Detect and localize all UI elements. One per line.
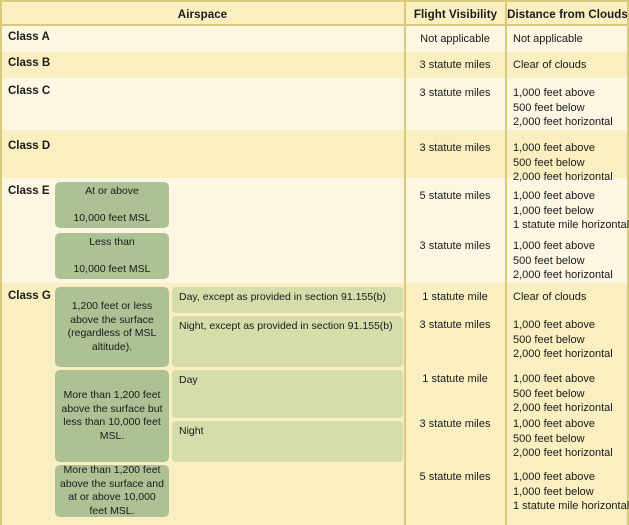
class-g-condition-day-2: Day (172, 370, 403, 418)
visibility-class-g-5: 5 statute miles (419, 471, 491, 483)
class-e-altitude-box-1: At or above 10,000 feet MSL (55, 182, 169, 228)
column-header-airspace: Airspace (177, 9, 228, 21)
class-g-condition-label: Night, except as provided in section 91.… (179, 320, 393, 332)
clouds-line: 1,000 feet above (513, 471, 595, 483)
visibility-class-g-4: 3 statute miles (419, 418, 491, 430)
clouds-line: 1,000 feet below (513, 204, 594, 217)
row-label-class-a: Class A (8, 31, 50, 43)
clouds-line: 1,000 feet above (513, 142, 595, 154)
class-g-altitude-box-3: More than 1,200 feet above the surface a… (55, 464, 169, 517)
class-e-box1-line2: 10,000 feet MSL (73, 211, 151, 224)
clouds-line: 500 feet below (513, 254, 585, 267)
class-g-altitude-box-2: More than 1,200 feet above the surface b… (55, 370, 169, 462)
class-g-condition-night-1: Night, except as provided in section 91.… (172, 316, 403, 367)
class-e-box1-line1: At or above (85, 184, 139, 197)
clouds-class-b: Clear of clouds (513, 58, 629, 73)
clouds-line: 1,000 feet above (513, 87, 595, 99)
clouds-line: Not applicable (513, 33, 583, 45)
table-left-edge (0, 0, 2, 525)
visibility-class-g-3: 1 statute mile (422, 373, 488, 385)
class-g-condition-label: Night (179, 425, 204, 437)
class-g-condition-day-1: Day, except as provided in section 91.15… (172, 287, 403, 313)
clouds-class-e-2: 1,000 feet above 500 feet below 2,000 fe… (513, 239, 629, 283)
clouds-line: 2,000 feet horizontal (513, 402, 613, 414)
clouds-class-d: 1,000 feet above 500 feet below 2,000 fe… (513, 141, 629, 185)
clouds-line: 1,000 feet above (513, 240, 595, 252)
class-g-box3-text: More than 1,200 feet above the surface a… (60, 464, 164, 517)
clouds-class-c: 1,000 feet above 500 feet below 2,000 fe… (513, 86, 629, 130)
clouds-class-g-3: 1,000 feet above 500 feet below 2,000 fe… (513, 372, 629, 416)
clouds-line: 1,000 feet above (513, 190, 595, 202)
column-divider-visibility (404, 0, 406, 525)
clouds-line: 2,000 feet horizontal (513, 348, 613, 360)
clouds-class-a: Not applicable (513, 32, 629, 47)
clouds-class-g-2: 1,000 feet above 500 feet below 2,000 fe… (513, 318, 629, 362)
clouds-line: 2,000 feet horizontal (513, 269, 613, 281)
class-e-box2-line1: Less than (89, 235, 135, 248)
clouds-line: 1 statute mile horizontal (513, 500, 629, 512)
clouds-line: 1,000 feet above (513, 418, 595, 430)
visibility-class-e-1: 5 statute miles (419, 190, 491, 202)
clouds-line: Clear of clouds (513, 291, 587, 303)
clouds-class-g-5: 1,000 feet above 1,000 feet below 1 stat… (513, 470, 629, 514)
class-g-box1-text: 1,200 feet or less above the surface (re… (67, 300, 157, 353)
column-header-distance-from-clouds: Distance from Clouds (507, 9, 628, 21)
clouds-class-e-1: 1,000 feet above 1,000 feet below 1 stat… (513, 189, 629, 233)
clouds-line: 1,000 feet below (513, 485, 594, 498)
visibility-class-g-2: 3 statute miles (419, 319, 491, 331)
clouds-line: 1 statute mile horizontal (513, 219, 629, 231)
class-g-condition-label: Day, except as provided in section 91.15… (179, 291, 387, 303)
visibility-class-c: 3 statute miles (419, 87, 491, 99)
row-label-class-c: Class C (8, 85, 51, 97)
visibility-class-b: 3 statute miles (419, 59, 491, 71)
class-g-condition-night-2: Night (172, 421, 403, 462)
clouds-line: 500 feet below (513, 333, 585, 346)
visibility-class-a: Not applicable (420, 33, 490, 45)
clouds-line: Clear of clouds (513, 59, 587, 71)
clouds-line: 500 feet below (513, 432, 585, 445)
clouds-class-g-4: 1,000 feet above 500 feet below 2,000 fe… (513, 417, 629, 461)
clouds-class-g-1: Clear of clouds (513, 290, 629, 305)
class-g-condition-label: Day (179, 374, 198, 386)
row-label-class-d: Class D (8, 140, 51, 152)
row-label-class-b: Class B (8, 57, 51, 69)
clouds-line: 2,000 feet horizontal (513, 116, 613, 128)
class-e-box2-line2: 10,000 feet MSL (73, 262, 151, 275)
visibility-class-e-2: 3 statute miles (419, 240, 491, 252)
clouds-line: 2,000 feet horizontal (513, 171, 613, 183)
clouds-line: 2,000 feet horizontal (513, 447, 613, 459)
clouds-line: 500 feet below (513, 101, 585, 114)
clouds-line: 1,000 feet above (513, 373, 595, 385)
visibility-class-d: 3 statute miles (419, 142, 491, 154)
table-header: Airspace Flight Visibility Distance from… (0, 0, 629, 26)
class-g-box2-text: More than 1,200 feet above the surface b… (61, 389, 163, 442)
clouds-line: 500 feet below (513, 156, 585, 169)
vfr-weather-minimums-table: Airspace Flight Visibility Distance from… (0, 0, 629, 525)
visibility-class-g-1: 1 statute mile (422, 291, 488, 303)
class-e-altitude-box-2: Less than 10,000 feet MSL (55, 233, 169, 279)
class-g-altitude-box-1: 1,200 feet or less above the surface (re… (55, 287, 169, 367)
column-header-flight-visibility: Flight Visibility (413, 9, 498, 21)
column-divider-clouds (505, 0, 507, 525)
clouds-line: 1,000 feet above (513, 319, 595, 331)
clouds-line: 500 feet below (513, 387, 585, 400)
